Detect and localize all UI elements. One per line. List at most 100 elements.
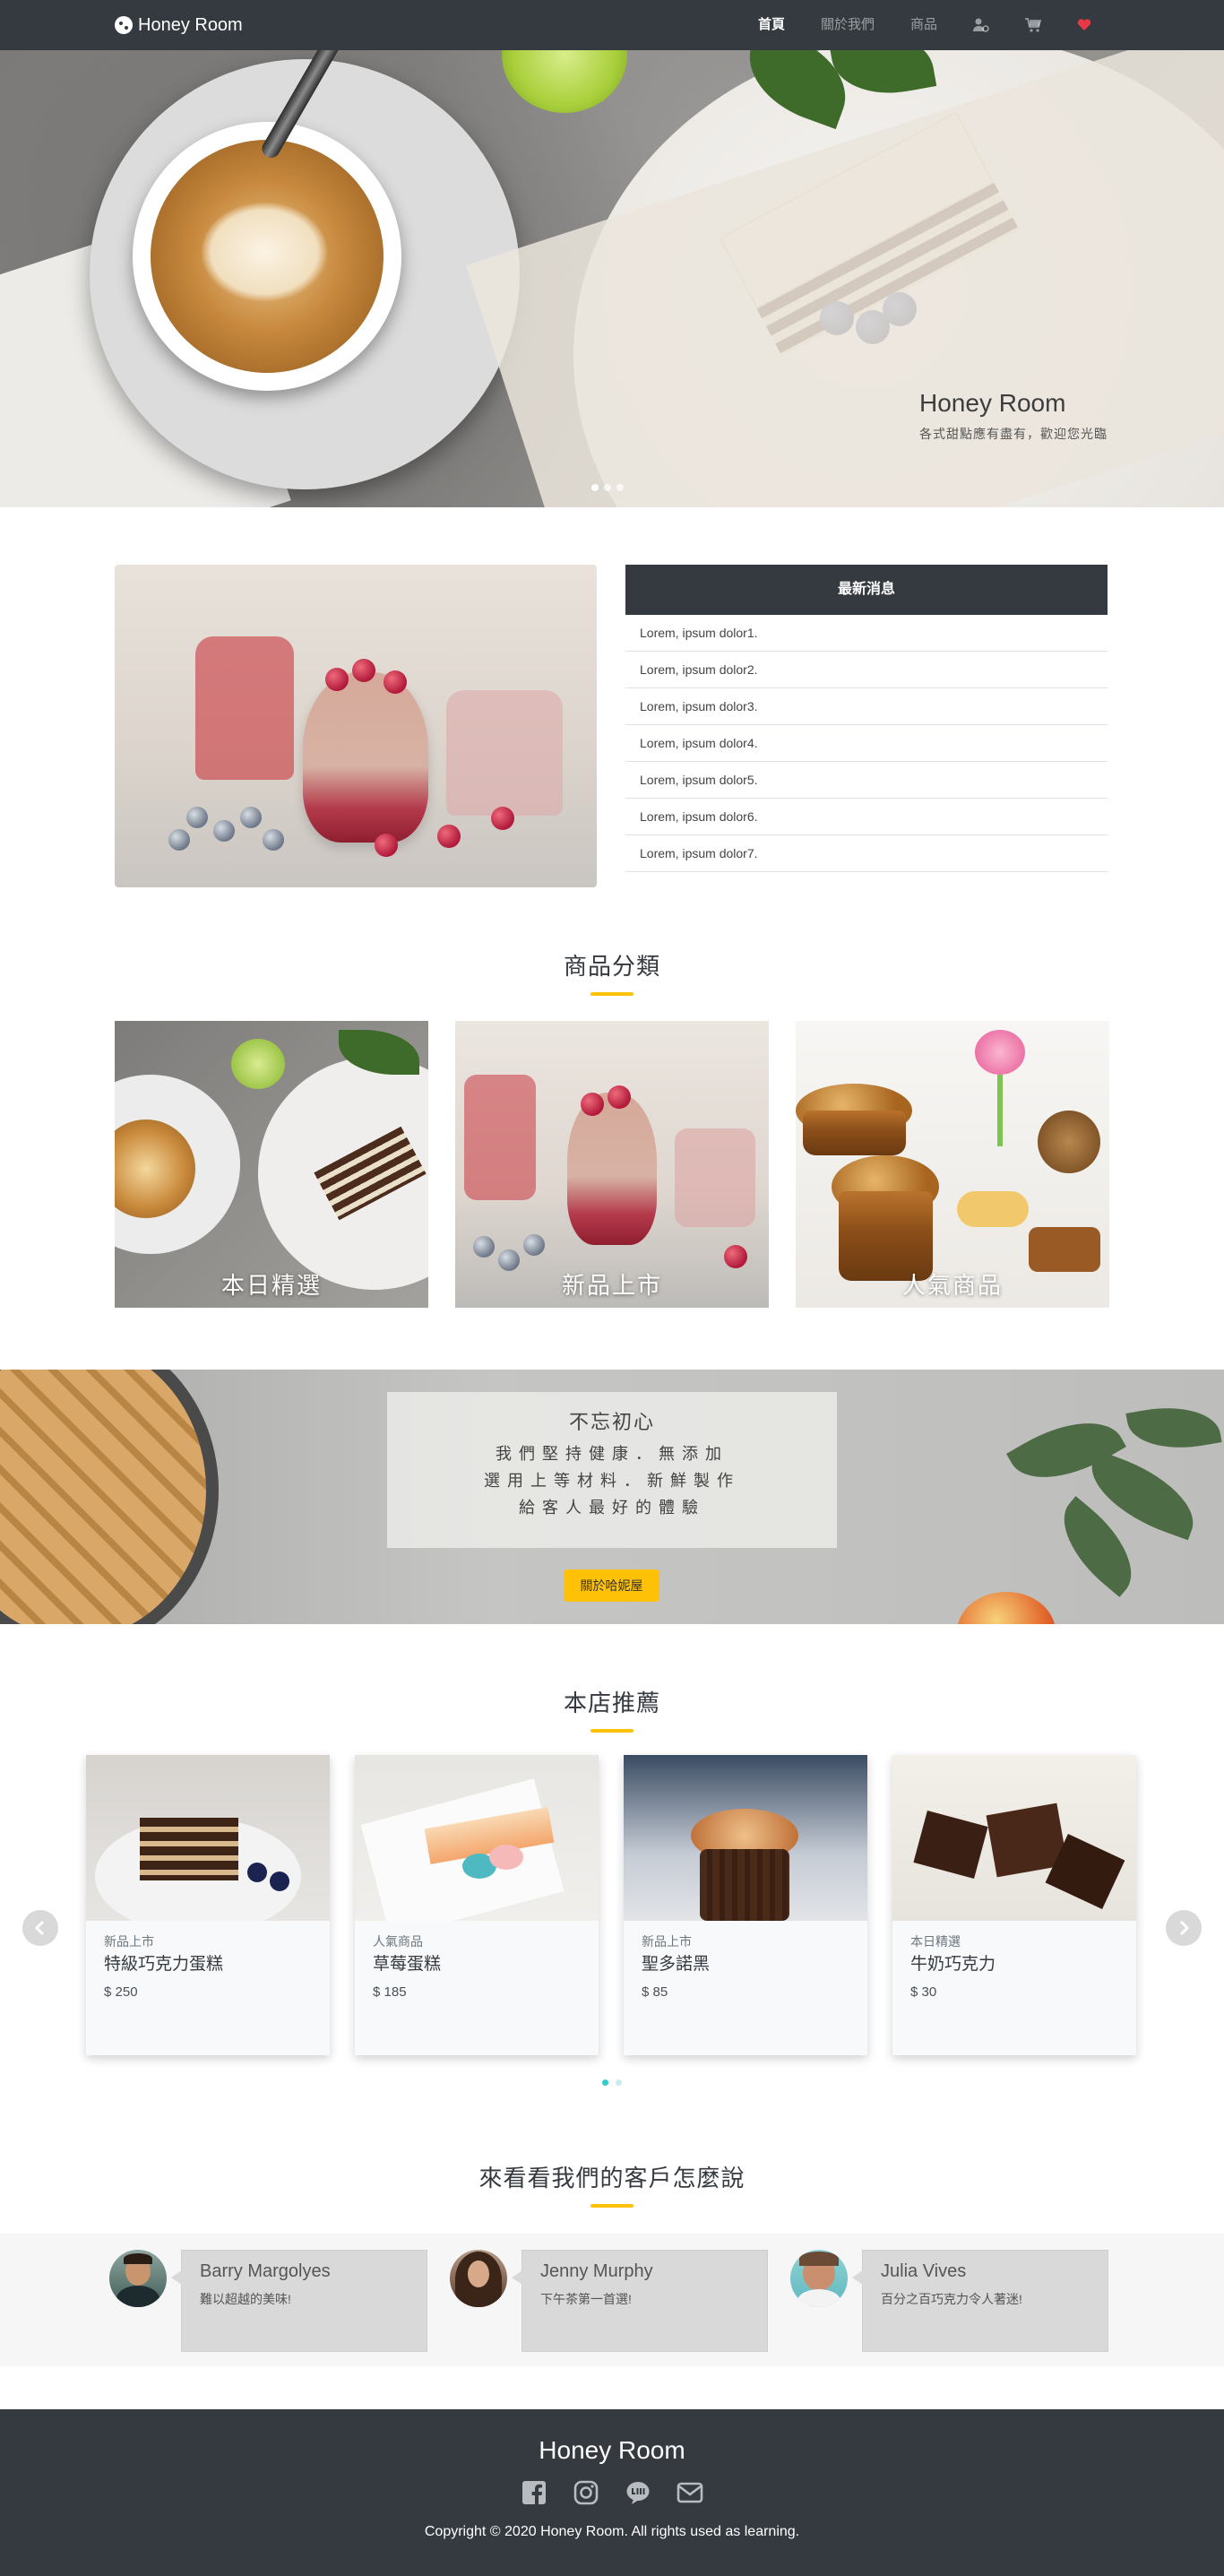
jar-background [446, 690, 563, 816]
brand-link[interactable]: Honey Room [115, 15, 243, 36]
news-item[interactable]: Lorem, ipsum dolor2. [625, 652, 1108, 688]
product-tag: 本日精選 [910, 1934, 961, 1949]
carousel-dot[interactable] [616, 2079, 622, 2086]
product-price: $ 30 [910, 1984, 937, 2000]
chevron-left-icon [34, 1920, 45, 1936]
category-card-popular[interactable]: 人氣商品 [796, 1021, 1109, 1308]
frozen-berry [473, 1236, 495, 1258]
testimonial-quote: 難以超越的美味! [200, 2292, 291, 2306]
news-item[interactable]: Lorem, ipsum dolor5. [625, 762, 1108, 799]
cat-jar-bg [675, 1128, 755, 1227]
testimonial: Jenny Murphy 下午茶第一首選! [450, 2250, 790, 2352]
hero-title: Honey Room [919, 389, 1066, 417]
nav-item-about[interactable]: 關於我們 [803, 0, 892, 50]
category-label: 人氣商品 [901, 1272, 1003, 1299]
about-button[interactable]: 關於哈妮屋 [564, 1569, 659, 1602]
product-image [624, 1755, 867, 1921]
heart-icon[interactable] [1059, 0, 1109, 50]
raspberry [375, 834, 398, 857]
categories-title: 商品分類 [0, 948, 1224, 996]
copyright-text: Copyright © 2020 Honey Room. All rights … [424, 2524, 800, 2539]
product-name: 草莓蛋糕 [373, 1955, 442, 1974]
about-line: 給客人最好的體驗 [519, 1499, 705, 1517]
user-cog-icon[interactable] [955, 0, 1007, 50]
dessert-jar-image [115, 565, 597, 887]
cat-flower [975, 1030, 1025, 1075]
carousel-dot[interactable] [602, 2079, 608, 2086]
news-item[interactable]: Lorem, ipsum dolor3. [625, 688, 1108, 725]
hero-subtitle: 各式甜點應有盡有，歡迎您光臨 [919, 427, 1108, 441]
nav-item-products[interactable]: 商品 [892, 0, 955, 50]
facebook-icon[interactable] [521, 2479, 547, 2506]
product-card[interactable]: 新品上市 聖多諾黑 $ 85 [624, 1755, 867, 2055]
news-item[interactable]: Lorem, ipsum dolor6. [625, 799, 1108, 835]
category-card-featured[interactable]: 本日精選 [115, 1021, 428, 1308]
product-name: 牛奶巧克力 [910, 1955, 996, 1974]
raspberry [352, 659, 375, 682]
banner-apple [957, 1592, 1056, 1624]
about-line: 我們堅持健康．無添加 [496, 1445, 728, 1463]
jar-main [303, 672, 428, 843]
carousel-dots [602, 2079, 622, 2086]
mail-icon[interactable] [677, 2479, 703, 2506]
hero-indicator[interactable] [591, 484, 599, 491]
chevron-right-icon [1179, 1920, 1190, 1936]
news-item[interactable]: Lorem, ipsum dolor7. [625, 835, 1108, 872]
product-name: 聖多諾黑 [642, 1955, 711, 1974]
cat-lime [231, 1039, 285, 1089]
frozen-berry [240, 807, 262, 828]
product-card[interactable]: 人氣商品 草莓蛋糕 $ 185 [355, 1755, 599, 2055]
footer: Honey Room Copyright © 2020 Honey Room. … [0, 2409, 1224, 2576]
jar-background [195, 636, 294, 780]
product-image [86, 1755, 330, 1921]
cart-icon[interactable] [1007, 0, 1059, 50]
raspberry [384, 670, 407, 694]
frozen-berry [213, 820, 235, 842]
frozen-berry [263, 829, 284, 851]
carousel-next-button[interactable] [1166, 1910, 1202, 1946]
product-tag: 人氣商品 [373, 1934, 423, 1949]
product-tag: 新品上市 [642, 1934, 692, 1949]
hero-indicator[interactable] [616, 484, 624, 491]
product-price: $ 250 [104, 1984, 138, 2000]
testimonial-bubble: Julia Vives 百分之百巧克力令人著迷! [852, 2250, 1108, 2352]
news-item[interactable]: Lorem, ipsum dolor1. [625, 615, 1108, 652]
news-item[interactable]: Lorem, ipsum dolor4. [625, 725, 1108, 762]
frozen-berry [523, 1234, 545, 1256]
footer-brand: Honey Room [539, 2436, 685, 2464]
product-card[interactable]: 本日精選 牛奶巧克力 $ 30 [892, 1755, 1136, 2055]
nav-item-home[interactable]: 首頁 [740, 0, 803, 50]
title-underline [590, 1729, 634, 1733]
cat-stem [997, 1075, 1003, 1146]
testimonial-bubble: Barry Margolyes 難以超越的美味! [171, 2250, 427, 2352]
product-card[interactable]: 新品上市 特級巧克力蛋糕 $ 250 [86, 1755, 330, 2055]
category-card-new[interactable]: 新品上市 [455, 1021, 769, 1308]
cat-pastry [1029, 1227, 1100, 1272]
hero-indicators [591, 484, 624, 491]
testimonial-quote: 下午茶第一首選! [540, 2292, 632, 2306]
line-icon[interactable] [625, 2479, 651, 2506]
testimonial-bubble: Jenny Murphy 下午茶第一首選! [512, 2250, 768, 2352]
testimonial-name: Barry Margolyes [200, 2261, 331, 2281]
hero-latte-art [202, 203, 327, 301]
avatar [790, 2250, 848, 2307]
about-line: 選用上等材料．新鮮製作 [484, 1472, 740, 1490]
testimonial: Barry Margolyes 難以超越的美味! [109, 2250, 450, 2352]
instagram-icon[interactable] [573, 2479, 599, 2506]
hero-caption: Honey Room 各式甜點應有盡有，歡迎您光臨 [919, 389, 1108, 443]
cat-jar-bg [464, 1075, 536, 1200]
product-price: $ 85 [642, 1984, 668, 2000]
raspberry [581, 1093, 604, 1116]
carousel-prev-button[interactable] [22, 1910, 58, 1946]
hero-indicator[interactable] [604, 484, 611, 491]
testimonial: Julia Vives 百分之百巧克力令人著迷! [790, 2250, 1131, 2352]
hero-carousel[interactable]: Honey Room 各式甜點應有盡有，歡迎您光臨 [0, 50, 1224, 507]
recommended-title: 本店推薦 [0, 1685, 1224, 1733]
news-list: Lorem, ipsum dolor1. Lorem, ipsum dolor2… [625, 615, 1108, 872]
testimonial-name: Julia Vives [881, 2261, 967, 2281]
testimonials-title: 來看看我們的客戶怎麼說 [0, 2160, 1224, 2208]
cat-cookie [1038, 1111, 1100, 1173]
nav-menu: 首頁 關於我們 商品 [740, 0, 1109, 50]
raspberry [437, 825, 461, 848]
brand-name: Honey Room [138, 14, 243, 35]
